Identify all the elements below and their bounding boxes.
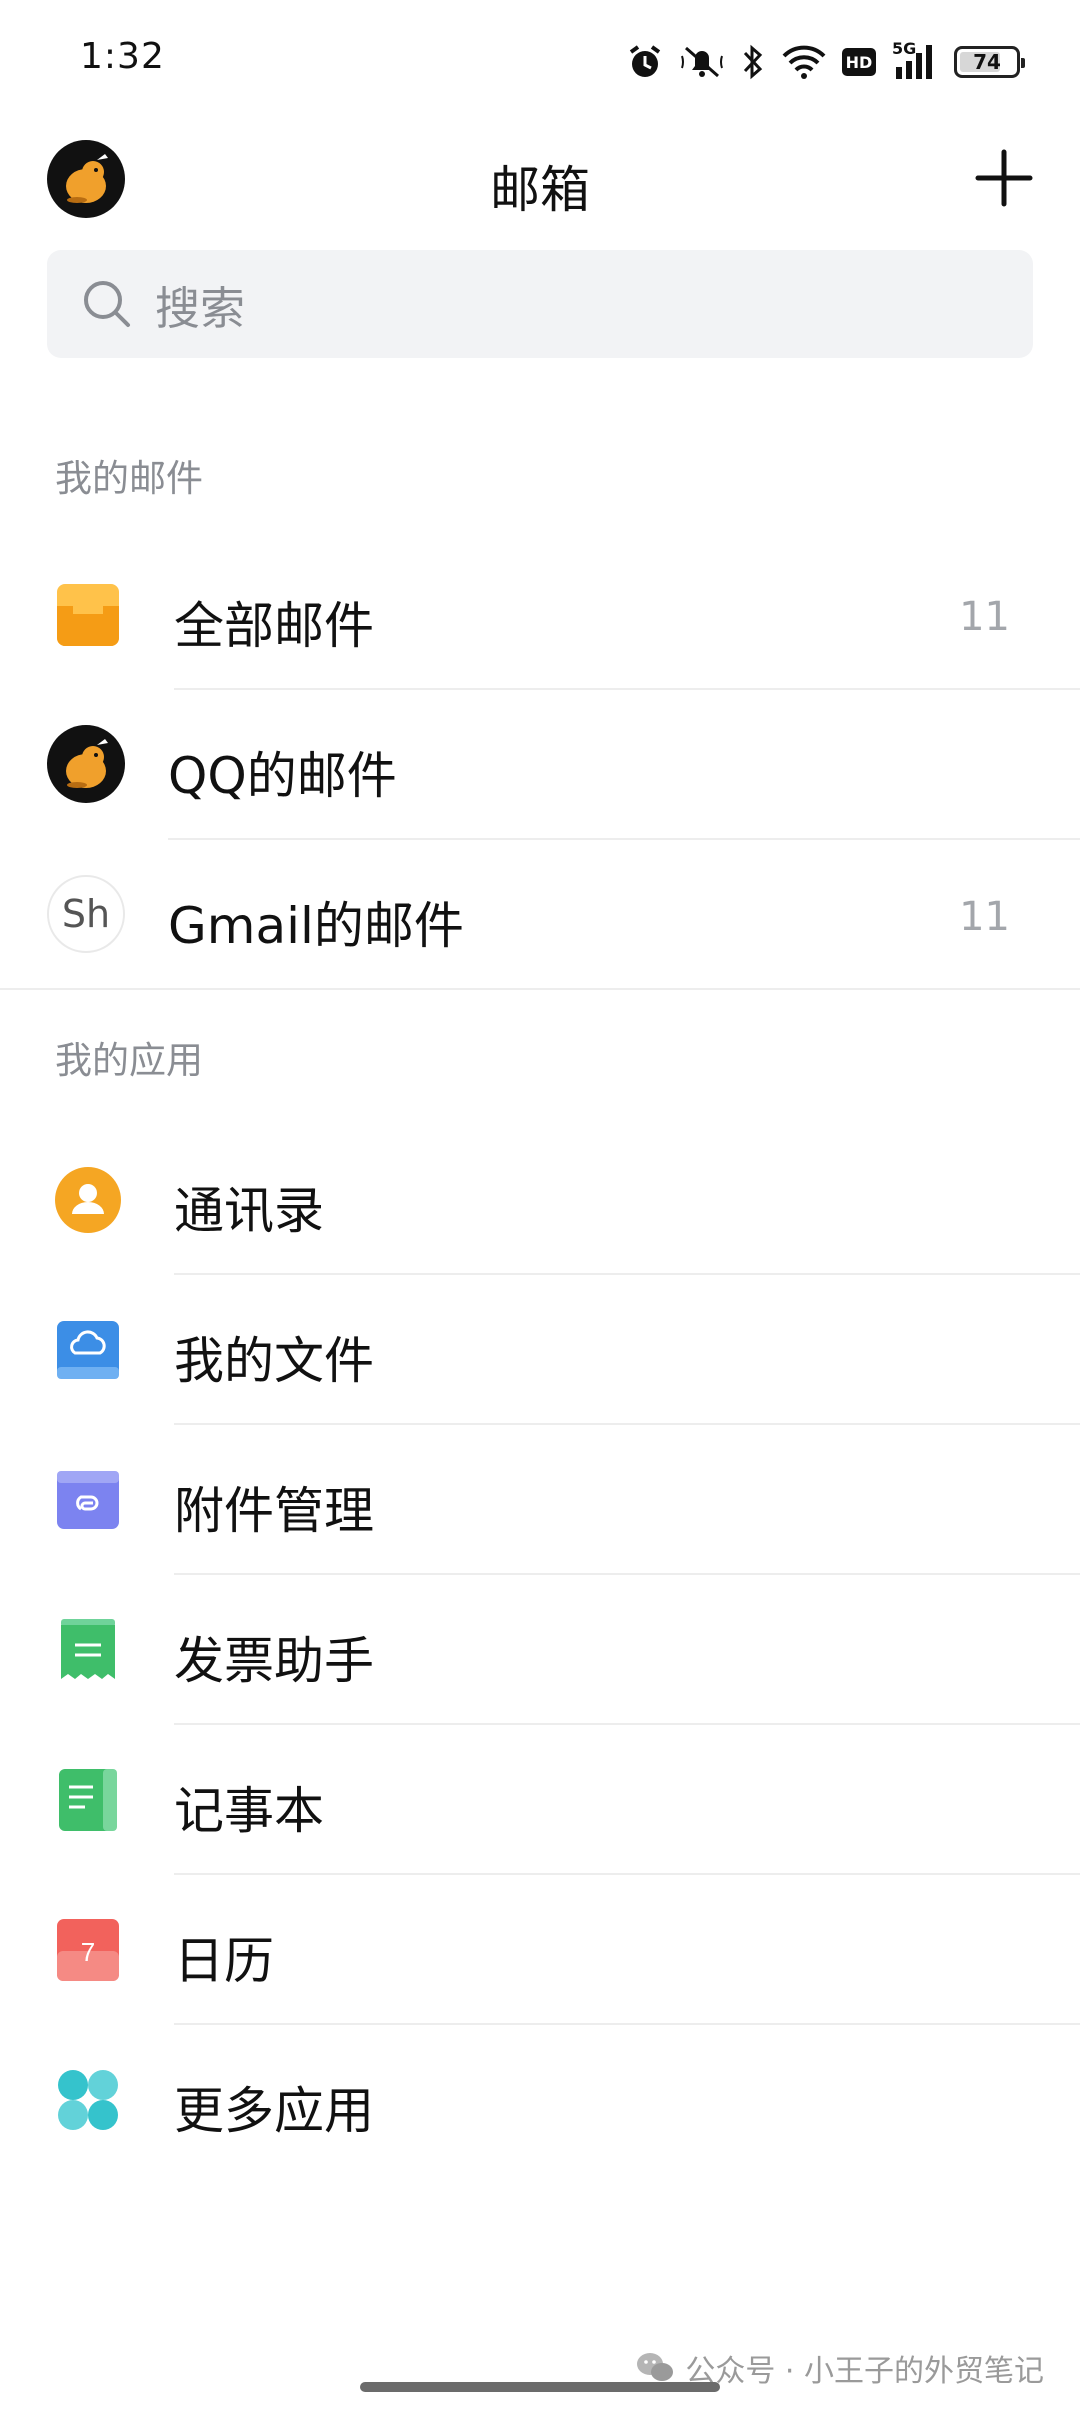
app-row-label: 我的文件 [174, 1332, 374, 1390]
section-title-my-mail: 我的邮件 [55, 457, 203, 500]
app-row-invoice[interactable]: 发票助手 [0, 1575, 1080, 1725]
app-row-attachments[interactable]: 附件管理 [0, 1425, 1080, 1575]
app-row-label: 发票助手 [174, 1632, 374, 1690]
calendar-day: 7 [81, 1937, 95, 1967]
page-title: 邮箱 [490, 161, 590, 219]
app-row-label: 记事本 [174, 1782, 324, 1840]
status-icons: HD 5G 74 [626, 39, 1025, 84]
search-placeholder: 搜索 [155, 281, 246, 335]
search-icon [84, 281, 130, 327]
app-row-label: 附件管理 [174, 1482, 374, 1540]
mail-row-label: QQ的邮件 [168, 747, 397, 805]
alarm-icon [626, 43, 664, 81]
inbox-tray-icon [57, 584, 119, 646]
attachment-icon [57, 1471, 119, 1529]
qq-account-avatar [47, 725, 125, 803]
app-row-notepad[interactable]: 记事本 [0, 1725, 1080, 1875]
contacts-icon [55, 1167, 121, 1233]
app-row-calendar[interactable]: 7 日历 [0, 1875, 1080, 2025]
signal-icon: 5G [892, 39, 938, 81]
more-apps-icon [58, 2070, 118, 2130]
watermark-text: 公众号 · 小王子的外贸笔记 [685, 2354, 1044, 2389]
app-row-more-apps[interactable]: 更多应用 [0, 2025, 1080, 2175]
calendar-icon: 7 [57, 1919, 119, 1981]
app-row-contacts[interactable]: 通讯录 [0, 1125, 1080, 1275]
section-title-my-apps: 我的应用 [55, 1039, 203, 1082]
status-bar: 1:32 HD 5G 74 [0, 0, 1080, 120]
wechat-icon [637, 2353, 674, 2381]
header: 邮箱 [0, 130, 1080, 230]
app-row-my-files[interactable]: 我的文件 [0, 1275, 1080, 1425]
notepad-icon [59, 1769, 117, 1831]
battery-icon: 74 [954, 46, 1025, 78]
mascot-avatar-icon [66, 739, 108, 788]
invoice-icon [61, 1619, 115, 1679]
unread-count: 11 [959, 894, 1010, 940]
wifi-icon [782, 44, 826, 80]
battery-level: 74 [973, 50, 1001, 74]
mail-row-all[interactable]: 全部邮件 11 [0, 540, 1080, 690]
cloud-files-icon [57, 1321, 119, 1379]
plus-icon [975, 149, 1033, 207]
mail-row-label: Gmail的邮件 [168, 897, 464, 955]
app-row-label: 更多应用 [174, 2082, 374, 2140]
app-row-label: 通讯录 [174, 1182, 324, 1240]
bluetooth-icon [740, 43, 766, 81]
app-row-label: 日历 [174, 1932, 274, 1990]
unread-count: 11 [959, 594, 1010, 640]
mail-row-gmail[interactable]: Sh Gmail的邮件 11 [0, 840, 1080, 990]
gmail-account-avatar: Sh [47, 875, 125, 953]
mail-row-qq[interactable]: QQ的邮件 [0, 690, 1080, 840]
status-time: 1:32 [80, 36, 165, 77]
section-divider [0, 988, 1080, 990]
home-indicator[interactable] [360, 2382, 720, 2392]
hd-icon: HD [842, 48, 876, 76]
add-button[interactable] [968, 142, 1040, 214]
mute-icon [680, 42, 724, 82]
search-bar[interactable]: 搜索 [47, 250, 1033, 358]
mail-row-label: 全部邮件 [174, 597, 374, 655]
